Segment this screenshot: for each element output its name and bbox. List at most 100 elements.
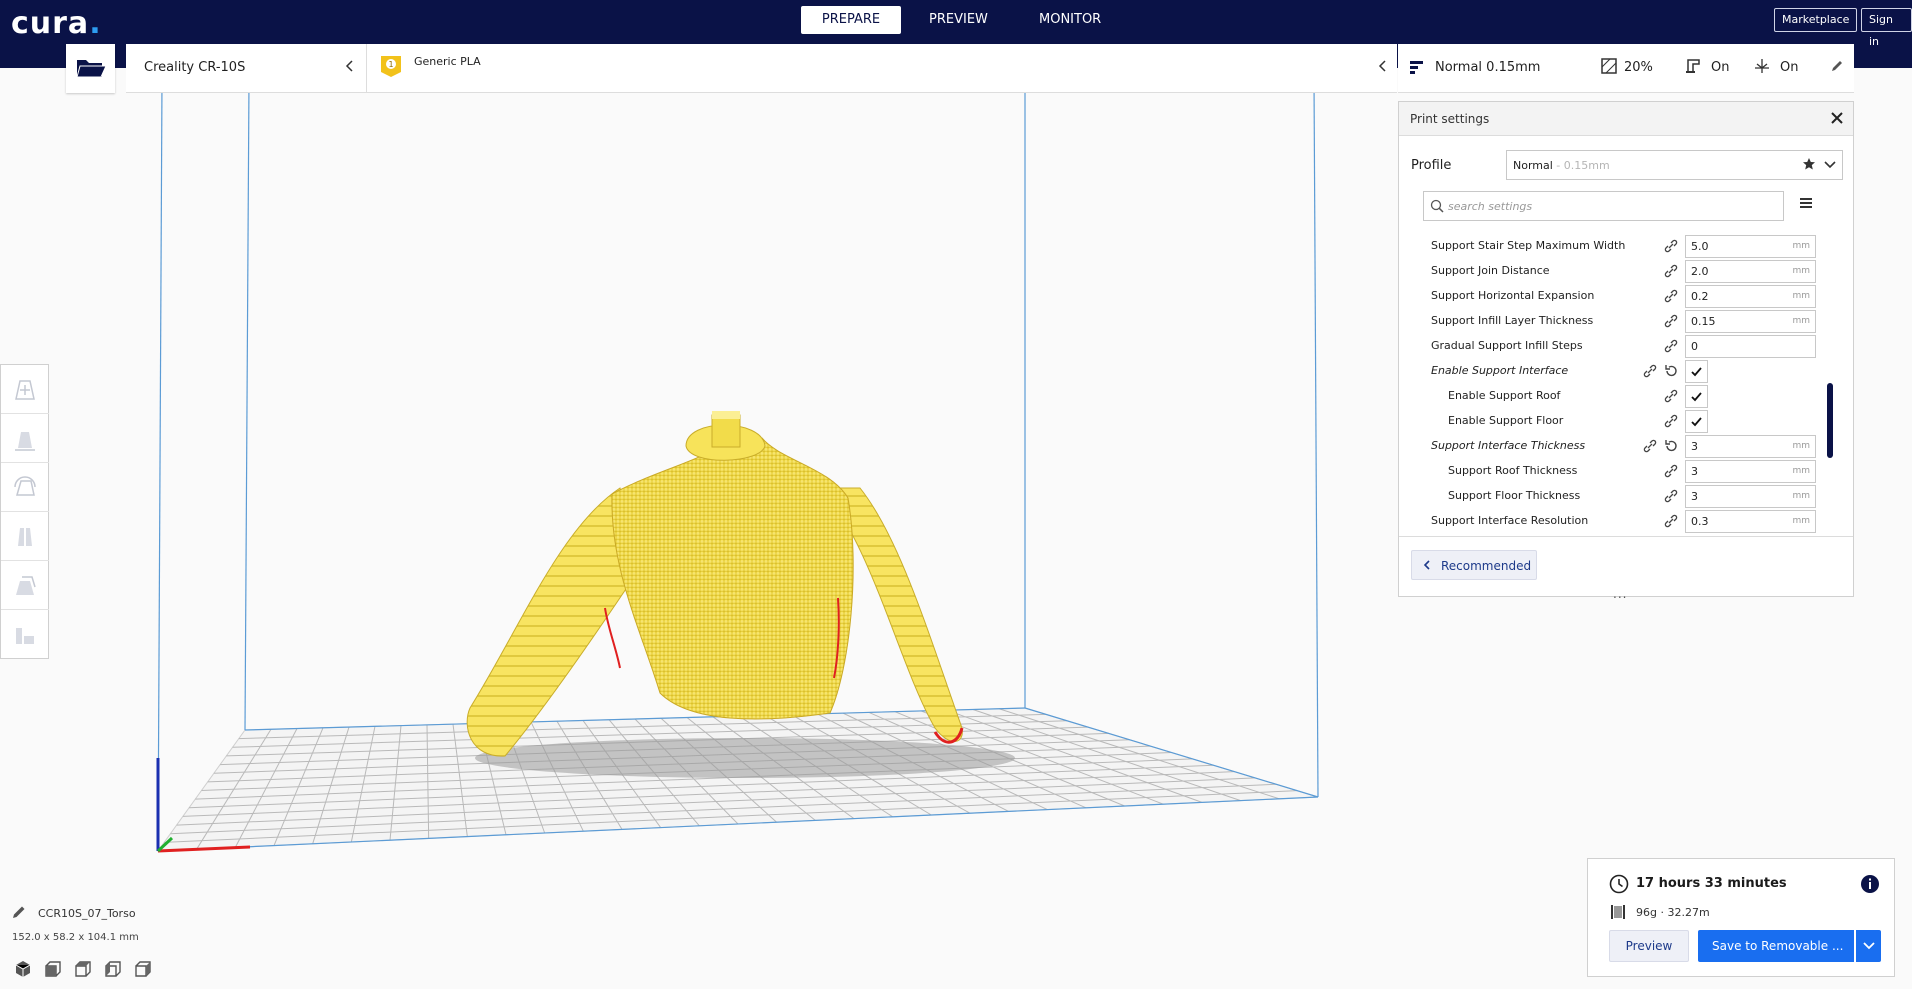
scale-icon (15, 432, 35, 451)
panel-resize-handle[interactable]: ... (1613, 587, 1627, 601)
setting-value-field[interactable]: 0.2 mm (1685, 285, 1816, 308)
setting-label: Support Infill Layer Thickness (1431, 314, 1594, 327)
reset-icon[interactable] (1664, 439, 1678, 453)
settings-visibility-menu-icon[interactable] (1799, 197, 1813, 209)
link-icon[interactable] (1664, 414, 1678, 428)
setting-label: Support Interface Thickness (1431, 439, 1586, 452)
move-tool-button[interactable] (1, 365, 49, 414)
setting-label: Enable Support Floor (1448, 414, 1564, 427)
search-input[interactable] (1448, 197, 1778, 215)
setting-value-field[interactable]: 0.3 mm (1685, 510, 1816, 533)
material-usage: 96g · 32.27m (1636, 906, 1710, 919)
chevron-left-icon[interactable] (1375, 56, 1391, 76)
setting-support-join-distance: Support Join Distance 2.0 mm (1399, 259, 1853, 284)
profile-dropdown[interactable]: Normal - 0.15mm (1506, 150, 1843, 180)
setting-value-field[interactable]: 3 mm (1685, 460, 1816, 483)
setting-value-field[interactable]: 0.15 mm (1685, 310, 1816, 333)
star-icon[interactable] (1802, 157, 1816, 171)
view-front-icon[interactable] (44, 960, 62, 978)
tab-prepare[interactable]: PREPARE (801, 6, 901, 34)
checkmark-icon (1691, 367, 1702, 377)
tab-monitor[interactable]: MONITOR (1025, 6, 1107, 34)
output-device-dropdown[interactable] (1856, 930, 1881, 962)
view-3d-icon[interactable] (14, 960, 32, 978)
setting-support-floor-thickness: Support Floor Thickness 3 mm (1399, 484, 1853, 509)
search-settings-field[interactable] (1423, 191, 1784, 221)
chevron-down-icon[interactable] (1823, 159, 1837, 171)
torso-model (466, 411, 964, 757)
scale-tool-button[interactable] (1, 414, 49, 463)
link-icon[interactable] (1643, 364, 1657, 378)
adhesion-value: On (1780, 60, 1799, 75)
per-model-settings-button[interactable] (1, 561, 49, 610)
rotate-icon (14, 476, 36, 496)
link-icon[interactable] (1664, 314, 1678, 328)
view-left-icon[interactable] (104, 960, 122, 978)
sign-in-button[interactable]: Sign in (1861, 8, 1912, 48)
setting-value-field[interactable]: 5.0 mm (1685, 235, 1816, 258)
panel-title: Print settings (1410, 112, 1490, 126)
checkmark-icon (1691, 417, 1702, 427)
printer-material-bar: Creality CR-10S 1 Generic PLA (126, 44, 1397, 93)
setting-label: Support Horizontal Expansion (1431, 289, 1595, 302)
link-icon[interactable] (1664, 464, 1678, 478)
marketplace-button[interactable]: Marketplace (1774, 8, 1858, 32)
link-icon[interactable] (1664, 489, 1678, 503)
settings-scrollbar[interactable] (1827, 383, 1833, 458)
printer-selector[interactable]: Creality CR-10S (144, 60, 245, 75)
preview-button[interactable]: Preview (1609, 930, 1689, 962)
material-selector[interactable]: Generic PLA (414, 55, 481, 68)
view-right-icon[interactable] (134, 960, 152, 978)
move-icon (15, 380, 35, 400)
pencil-icon[interactable] (1830, 59, 1844, 73)
profile-label: Profile (1411, 158, 1452, 173)
tab-preview[interactable]: PREVIEW (915, 6, 999, 34)
settings-list[interactable]: Support Stair Step Maximum Width 5.0 mm S… (1399, 231, 1853, 536)
recommended-button[interactable]: Recommended (1411, 550, 1537, 580)
setting-checkbox[interactable] (1685, 410, 1708, 433)
setting-value-field[interactable]: 3 mm (1685, 435, 1816, 458)
setting-value-field[interactable]: 3 mm (1685, 485, 1816, 508)
infill-value: 20% (1624, 60, 1653, 75)
setting-checkbox[interactable] (1685, 385, 1708, 408)
profile-layer-height: - 0.15mm (1552, 159, 1610, 172)
chevron-left-icon[interactable] (342, 56, 358, 76)
link-icon[interactable] (1643, 439, 1657, 453)
setting-label: Support Roof Thickness (1448, 464, 1578, 477)
job-summary-panel: 17 hours 33 minutes 96g · 32.27m Preview… (1587, 858, 1895, 977)
save-to-removable-button[interactable]: Save to Removable ... (1698, 930, 1854, 962)
open-file-button[interactable] (66, 44, 115, 93)
reset-icon[interactable] (1664, 364, 1678, 378)
setting-label: Support Join Distance (1431, 264, 1550, 277)
link-icon[interactable] (1664, 514, 1678, 528)
mirror-tool-button[interactable] (1, 512, 49, 561)
setting-label: Enable Support Roof (1448, 389, 1561, 402)
link-icon[interactable] (1664, 264, 1678, 278)
info-icon[interactable] (1860, 874, 1880, 894)
setting-value-field[interactable]: 0 (1685, 335, 1816, 358)
link-icon[interactable] (1664, 239, 1678, 253)
search-icon (1430, 199, 1444, 213)
setting-value-field[interactable]: 2.0 mm (1685, 260, 1816, 283)
divider (366, 44, 367, 93)
link-icon[interactable] (1664, 339, 1678, 353)
setting-label: Enable Support Interface (1431, 364, 1569, 377)
link-icon[interactable] (1664, 389, 1678, 403)
rotate-tool-button[interactable] (1, 463, 49, 512)
support-blocker-button[interactable] (1, 610, 49, 659)
recommended-label: Recommended (1441, 559, 1532, 573)
close-icon[interactable] (1830, 111, 1844, 125)
setting-support-stair-step-max-width: Support Stair Step Maximum Width 5.0 mm (1399, 234, 1853, 259)
pencil-icon[interactable] (12, 905, 26, 919)
setting-label: Gradual Support Infill Steps (1431, 339, 1583, 352)
setting-checkbox[interactable] (1685, 360, 1708, 383)
infill-icon (1601, 58, 1617, 74)
panel-header: Print settings (1399, 102, 1853, 136)
link-icon[interactable] (1664, 289, 1678, 303)
setting-label: Support Interface Resolution (1431, 514, 1589, 527)
print-settings-panel: Print settings Profile Normal - 0.15mm S… (1398, 101, 1854, 601)
print-settings-summary[interactable]: Normal 0.15mm 20% On On (1398, 44, 1854, 93)
view-top-icon[interactable] (74, 960, 92, 978)
setting-support-horizontal-expansion: Support Horizontal Expansion 0.2 mm (1399, 284, 1853, 309)
setting-support-roof-thickness: Support Roof Thickness 3 mm (1399, 459, 1853, 484)
